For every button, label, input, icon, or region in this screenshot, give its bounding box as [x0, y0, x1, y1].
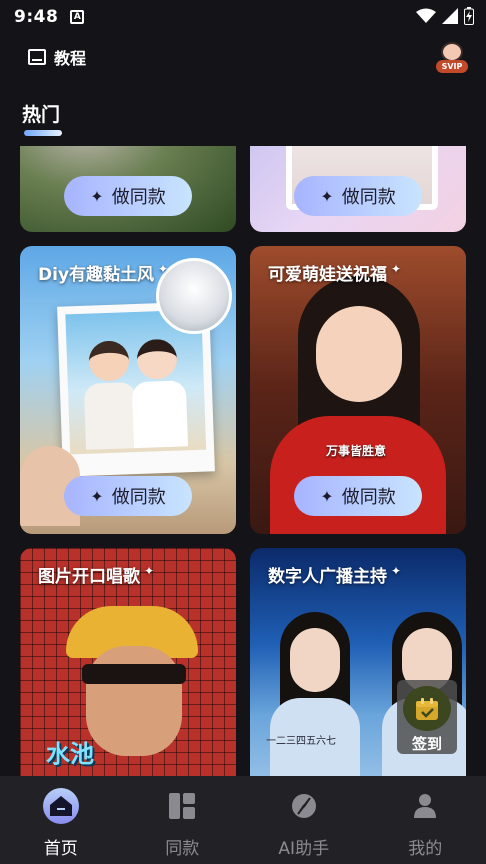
status-time: 9:48 — [14, 7, 59, 27]
nav-item-home[interactable]: 首页 — [0, 776, 122, 864]
nav-label: 同款 — [165, 839, 200, 859]
template-card[interactable]: ✦ 做同款 — [250, 146, 466, 232]
book-icon — [28, 49, 46, 65]
bottom-nav: 首页 同款 AI助手 我的 — [0, 776, 486, 864]
sparkle-icon: ✦ — [158, 262, 169, 277]
sparkle-icon: ✦ — [320, 186, 334, 206]
make-same-label: 做同款 — [111, 187, 166, 208]
battery-charging-icon — [464, 7, 474, 25]
card-overlay-text: 水池 — [46, 740, 94, 768]
sim-icon: A — [70, 10, 85, 24]
signal-icon — [442, 8, 458, 24]
status-icons — [416, 7, 474, 25]
make-same-button[interactable]: ✦ 做同款 — [64, 476, 192, 516]
template-card[interactable]: ✦ 做同款 — [20, 146, 236, 232]
make-same-label: 做同款 — [111, 487, 166, 508]
wifi-icon — [416, 8, 436, 23]
template-card[interactable]: 万事皆胜意 可爱萌娃送祝福 ✦ ✦ 做同款 — [250, 246, 466, 534]
make-same-label: 做同款 — [341, 487, 396, 508]
layout-icon — [164, 788, 200, 824]
template-card[interactable]: Diy有趣黏土风 ✦ ✦ 做同款 — [20, 246, 236, 534]
sparkle-icon: ✦ — [391, 564, 402, 579]
section-title[interactable]: 热门 — [22, 100, 60, 127]
calendar-check-icon — [403, 686, 451, 731]
make-same-button[interactable]: ✦ 做同款 — [294, 476, 422, 516]
nav-item-same-style[interactable]: 同款 — [122, 776, 244, 864]
svip-badge: SVIP — [436, 60, 468, 73]
nav-item-ai-assistant[interactable]: AI助手 — [243, 776, 365, 864]
app-header: 教程 SVIP — [0, 34, 486, 84]
make-same-button[interactable]: ✦ 做同款 — [64, 176, 192, 216]
tutorial-button[interactable]: 教程 — [28, 48, 86, 66]
section-tab-indicator — [24, 130, 62, 136]
tutorial-label: 教程 — [54, 49, 87, 66]
status-bar: 9:48 A — [0, 0, 486, 34]
nav-item-profile[interactable]: 我的 — [365, 776, 486, 864]
card-title: 图片开口唱歌 ✦ — [38, 564, 155, 587]
checkin-button[interactable]: 签到 — [397, 680, 457, 754]
make-same-label: 做同款 — [341, 187, 396, 208]
make-same-button[interactable]: ✦ 做同款 — [294, 176, 422, 216]
card-overlay-text: 万事皆胜意 — [326, 444, 387, 458]
sparkle-icon: ✦ — [320, 486, 334, 506]
sparkle-icon: ✦ — [144, 564, 155, 579]
nav-label: AI助手 — [278, 839, 330, 859]
svip-avatar-icon — [441, 42, 463, 62]
template-card[interactable]: 水池 图片开口唱歌 ✦ — [20, 548, 236, 776]
svip-button[interactable]: SVIP — [436, 42, 468, 76]
home-icon — [42, 788, 79, 824]
sparkle-icon: ✦ — [90, 486, 104, 506]
sparkle-icon: ✦ — [391, 262, 402, 277]
compass-icon — [286, 788, 322, 824]
profile-icon — [407, 788, 443, 824]
sparkle-icon: ✦ — [90, 186, 104, 206]
card-title: Diy有趣黏土风 ✦ — [38, 262, 169, 285]
checkin-label: 签到 — [411, 735, 442, 753]
card-title: 数字人广播主持 ✦ — [268, 564, 402, 587]
nav-label: 首页 — [43, 839, 78, 859]
card-title: 可爱萌娃送祝福 ✦ — [268, 262, 402, 285]
card-overlay-text: 一二三四五六七 — [266, 736, 336, 747]
nav-label: 我的 — [408, 839, 443, 859]
card-image — [270, 612, 360, 776]
